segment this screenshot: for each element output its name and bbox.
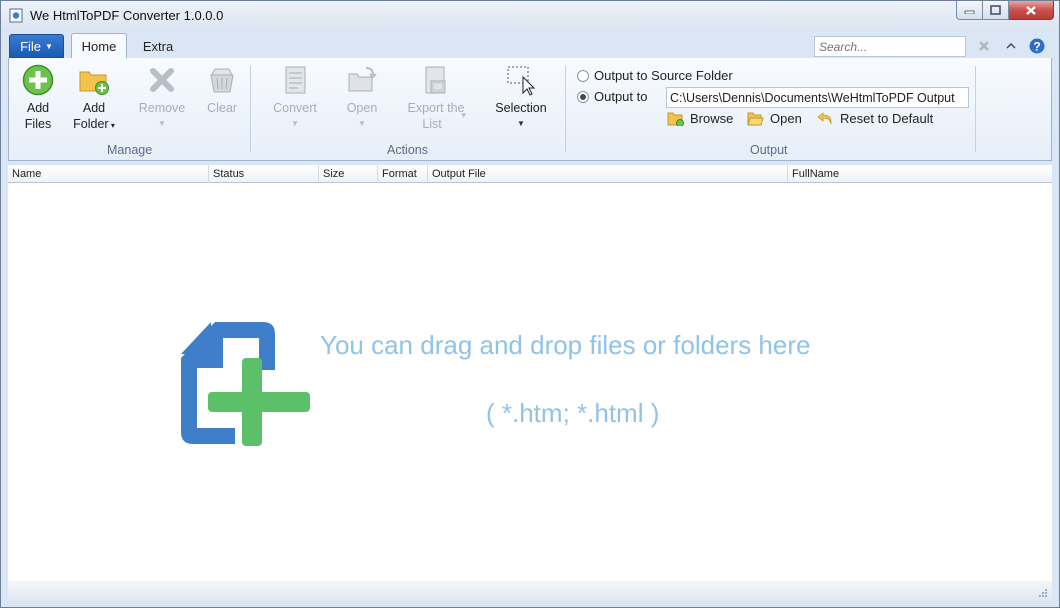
file-list-header: Name Status Size Format Output File Full… (8, 165, 1052, 183)
add-folder-label-1: Add (82, 101, 106, 115)
output-to-option[interactable]: Output to (577, 89, 647, 104)
convert-label: Convert (273, 101, 317, 115)
remove-button[interactable]: Remove ▼ (134, 64, 190, 132)
reset-default-button[interactable]: Reset to Default (817, 111, 933, 126)
ribbon: Add Files Add Folder ▾ Remove ▼ Clear Ma… (8, 58, 1052, 161)
add-files-icon (22, 64, 54, 96)
browse-label: Browse (690, 111, 734, 126)
output-source-option[interactable]: Output to Source Folder (577, 68, 733, 83)
tab-home[interactable]: Home (71, 33, 127, 59)
chevron-down-icon: ▾ (108, 121, 115, 130)
window-title: We HtmlToPDF Converter 1.0.0.0 (30, 8, 224, 23)
convert-button[interactable]: Convert ▼ (265, 64, 325, 132)
file-menu-label: File (20, 38, 42, 54)
open-button[interactable]: Open ▼ (339, 64, 385, 132)
export-label-1: Export the (407, 101, 465, 115)
group-label-manage: Manage (107, 143, 153, 157)
chevron-down-icon: ▼ (291, 119, 299, 128)
status-bar (8, 581, 1052, 601)
output-source-label: Output to Source Folder (594, 68, 733, 83)
browse-folder-icon (667, 112, 684, 126)
app-icon (9, 8, 23, 23)
clear-button[interactable]: Clear (199, 64, 245, 116)
file-list-dropzone[interactable]: You can drag and drop files or folders h… (8, 183, 1052, 581)
remove-label: Remove (138, 101, 186, 115)
app-window: We HtmlToPDF Converter 1.0.0.0 File ▼ Ho… (0, 0, 1060, 608)
add-files-label-1: Add (26, 101, 50, 115)
column-header-status[interactable]: Status (209, 165, 319, 183)
reset-label: Reset to Default (840, 111, 934, 126)
selection-button[interactable]: Selection ▼ (491, 64, 551, 132)
tab-row: File ▼ Home Extra ? (1, 30, 1059, 59)
group-label-actions: Actions (387, 143, 428, 157)
output-to-radio[interactable] (577, 90, 589, 103)
column-header-format[interactable]: Format (378, 165, 428, 183)
convert-icon (285, 66, 306, 94)
open-folder-icon (747, 112, 764, 126)
export-label-2: List (422, 117, 442, 131)
chevron-down-icon: ▼ (459, 111, 468, 120)
add-files-label-2: Files (24, 117, 52, 131)
add-folder-label-2: Folder (73, 117, 109, 131)
group-label-output: Output (750, 143, 788, 157)
selection-icon (507, 66, 536, 96)
maximize-button[interactable] (983, 1, 1009, 20)
output-source-radio[interactable] (577, 69, 589, 82)
close-icon (1026, 5, 1036, 15)
ribbon-separator (250, 66, 251, 152)
selection-label: Selection (495, 101, 547, 115)
collapse-ribbon-icon[interactable] (1004, 39, 1018, 53)
remove-icon (150, 68, 174, 92)
chevron-down-icon: ▼ (158, 119, 166, 128)
minimize-icon (964, 10, 975, 14)
chevron-down-icon: ▼ (517, 119, 525, 128)
chevron-down-icon: ▼ (45, 41, 53, 51)
add-folder-button[interactable]: Add Folder ▾ (69, 64, 119, 134)
file-menu-button[interactable]: File ▼ (9, 34, 64, 58)
dropzone-extensions: ( *.htm; *.html ) (486, 398, 660, 428)
browse-button[interactable]: Browse (667, 111, 733, 126)
clear-icon (210, 68, 234, 93)
clear-label: Clear (207, 101, 237, 115)
column-header-name[interactable]: Name (8, 165, 209, 183)
ribbon-separator (565, 66, 566, 152)
open-output-label: Open (770, 111, 802, 126)
chevron-down-icon: ▼ (358, 119, 366, 128)
drop-file-icon (181, 322, 310, 446)
output-path-field[interactable]: C:\Users\Dennis\Documents\WeHtmlToPDF Ou… (666, 87, 969, 108)
resize-grip-icon[interactable] (1038, 588, 1048, 598)
dropzone-message: You can drag and drop files or folders h… (320, 330, 811, 360)
help-icon[interactable]: ? (1029, 38, 1045, 54)
svg-text:?: ? (1033, 40, 1040, 54)
tab-extra[interactable]: Extra (133, 33, 183, 59)
column-header-fullname[interactable]: FullName (788, 165, 1052, 183)
minimize-button[interactable] (956, 1, 983, 20)
open-output-button[interactable]: Open (747, 111, 802, 126)
close-button[interactable] (1009, 1, 1054, 20)
export-icon (425, 66, 446, 94)
reset-icon (817, 112, 832, 125)
open-label: Open (346, 101, 378, 115)
export-list-button[interactable]: Export the List ▼ (398, 64, 474, 134)
add-files-button[interactable]: Add Files (17, 64, 59, 132)
open-icon (348, 67, 377, 92)
output-to-label: Output to (594, 89, 648, 104)
column-header-size[interactable]: Size (319, 165, 378, 183)
close-x-icon[interactable] (977, 39, 991, 53)
title-bar[interactable]: We HtmlToPDF Converter 1.0.0.0 (1, 1, 1059, 30)
add-folder-icon (79, 71, 109, 95)
ribbon-separator (975, 66, 976, 152)
column-header-output-file[interactable]: Output File (428, 165, 788, 183)
maximize-icon (990, 5, 1001, 15)
search-input[interactable] (814, 36, 966, 57)
